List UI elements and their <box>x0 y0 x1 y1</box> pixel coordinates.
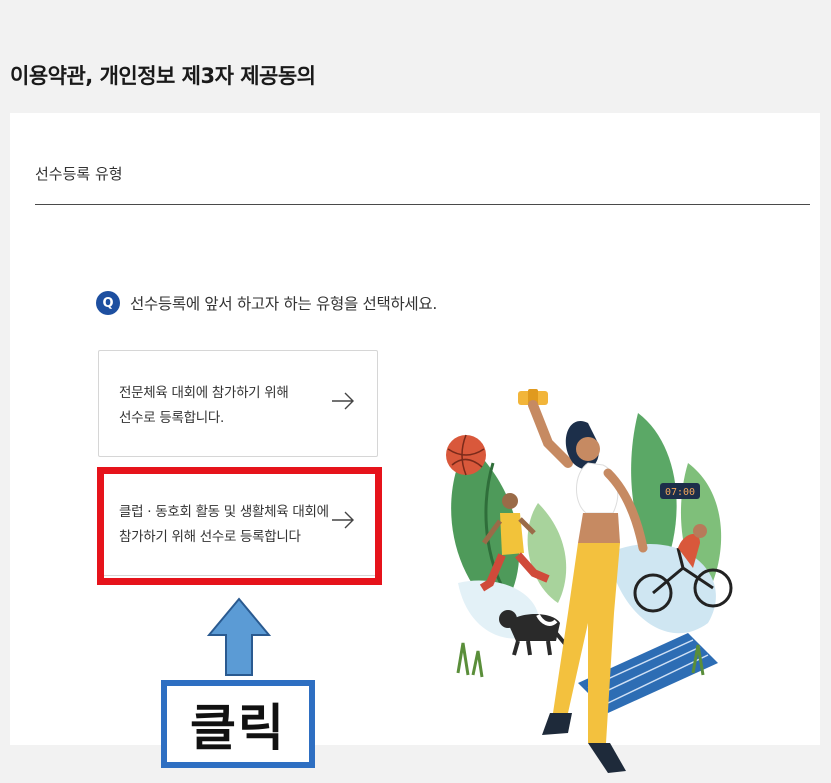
arrow-right-icon <box>332 392 354 410</box>
option-line: 선수로 등록합니다. <box>119 410 224 426</box>
option-text: 전문체육 대회에 참가하기 위해 선수로 등록합니다. <box>119 381 289 431</box>
option-elite-athlete-button[interactable]: 전문체육 대회에 참가하기 위해 선수로 등록합니다. <box>98 350 378 457</box>
question-row: Q 선수등록에 앞서 하고자 하는 유형을 선택하세요. <box>96 291 437 315</box>
option-line: 전문체육 대회에 참가하기 위해 <box>119 385 289 401</box>
click-callout: 클릭 <box>161 680 315 768</box>
highlight-box <box>97 467 382 585</box>
click-label: 클릭 <box>190 699 286 757</box>
section-label: 선수등록 유형 <box>35 165 123 183</box>
section-divider <box>35 204 810 205</box>
page-title: 이용약관, 개인정보 제3자 제공동의 <box>10 64 316 88</box>
content-card: 선수등록 유형 Q 선수등록에 앞서 하고자 하는 유형을 선택하세요. 전문체… <box>10 113 820 773</box>
up-arrow-icon <box>207 597 271 676</box>
sports-illustration: 07:00 <box>446 389 733 773</box>
question-text: 선수등록에 앞서 하고자 하는 유형을 선택하세요. <box>130 295 437 313</box>
question-badge-icon: Q <box>96 291 120 315</box>
clock-text: 07:00 <box>665 487 695 498</box>
